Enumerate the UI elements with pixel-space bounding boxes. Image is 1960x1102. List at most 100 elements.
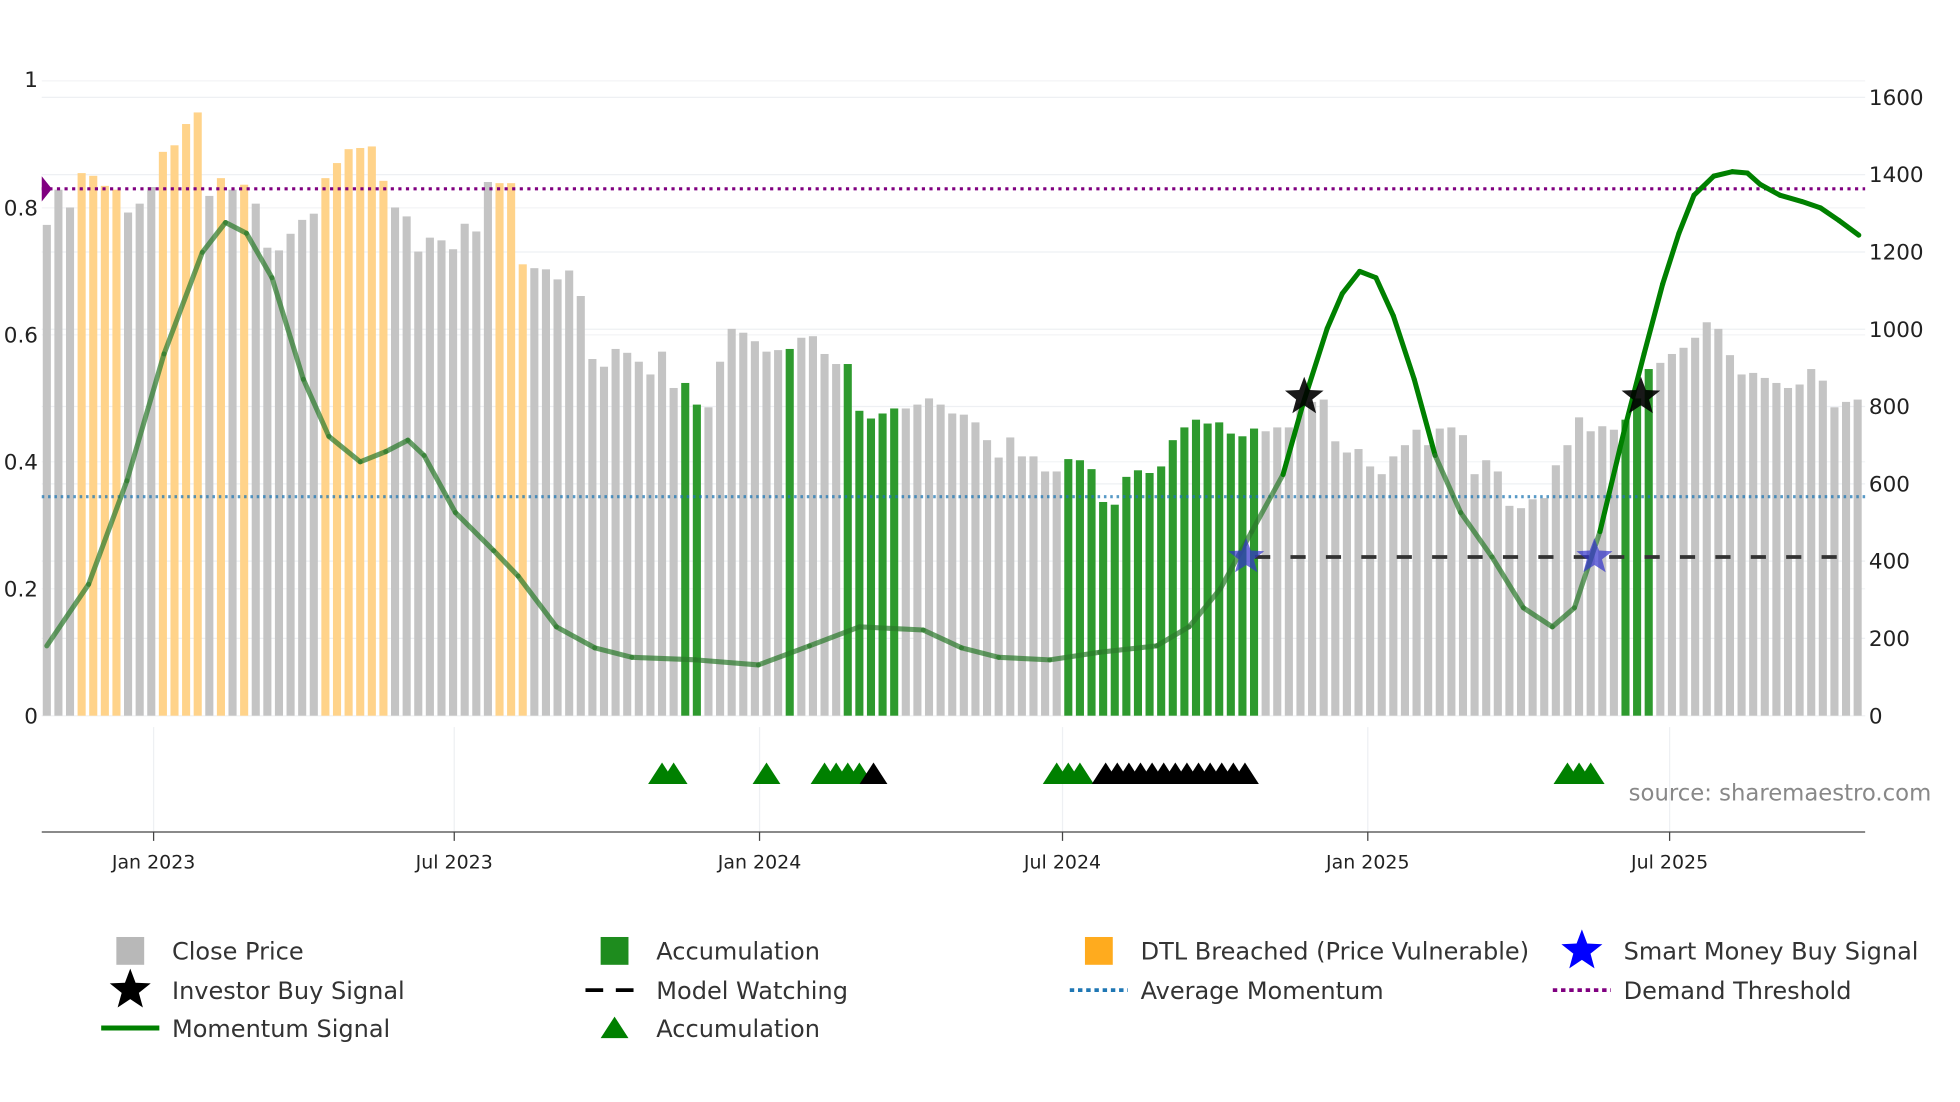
right-axis-tick: 1000 (1869, 318, 1924, 343)
close-price-bar (565, 270, 574, 716)
close-price-bar (483, 181, 492, 716)
legend: Close Price Accumulation DTL Breached (Pri… (101, 929, 1918, 1043)
close-price-bar (704, 407, 713, 716)
close-price-bar (460, 223, 469, 716)
close-price-bar (1006, 437, 1015, 716)
close-price-bar (263, 247, 272, 716)
close-price-bar (739, 332, 748, 716)
legend-label: Average Momentum (1141, 977, 1384, 1005)
right-axis-tick: 200 (1869, 627, 1910, 652)
close-price-bar (391, 207, 400, 716)
source-label: source: sharemaestro.com (1629, 780, 1932, 806)
left-axis-tick: 0.4 (4, 450, 38, 475)
x-axis-tick: Jul 2025 (1630, 852, 1708, 874)
close-price-bar (1273, 427, 1282, 716)
left-axis-tick: 0.8 (4, 196, 38, 221)
dtl-breached-bar (100, 185, 109, 716)
close-price-bar (1412, 429, 1421, 716)
close-price-bar (959, 414, 968, 716)
legend-label: Accumulation (656, 938, 820, 966)
dtl-breached-bar (89, 175, 98, 716)
dtl-breached-bar (240, 184, 249, 716)
momentum-signal-segment (856, 624, 926, 633)
close-price-bar (936, 404, 945, 716)
legend-label: Demand Threshold (1624, 977, 1852, 1005)
demand-threshold-marker (41, 176, 52, 202)
close-price-bar (530, 268, 539, 716)
close-price-bar (309, 213, 318, 716)
dtl-breached-bar (182, 124, 191, 716)
close-price-bar (1366, 466, 1375, 716)
momentum-signal-segment (1817, 205, 1842, 224)
close-price-bar (1470, 474, 1479, 716)
momentum-signal-segment (1390, 313, 1417, 382)
left-axis-tick: 0 (24, 704, 38, 729)
accumulation-bar (878, 413, 887, 716)
close-price-bar (1563, 445, 1572, 716)
momentum-signal-segment (1757, 181, 1783, 198)
accumulation-bar (1191, 419, 1201, 716)
close-price-bar (924, 398, 934, 716)
close-price-bar (646, 374, 655, 716)
momentum-signal-segment (629, 654, 699, 663)
close-price-bar (832, 364, 841, 716)
momentum-signal-segment (1660, 230, 1682, 287)
accumulation-bar (681, 382, 690, 716)
close-price-bar (1261, 431, 1270, 716)
close-price-bar (1679, 347, 1688, 716)
legend-label: Accumulation (656, 1015, 820, 1043)
left-axis-tick: 0.2 (4, 577, 38, 602)
x-axis-tick: Jul 2023 (415, 852, 493, 874)
accumulation-bar (1633, 398, 1642, 716)
accumulation-bar (843, 364, 852, 716)
accumulation-bar (1087, 469, 1096, 716)
dtl-breached-bar (344, 149, 353, 716)
legend-label: Investor Buy Signal (172, 977, 405, 1005)
close-price-bar (588, 358, 597, 716)
close-price-bar (1818, 380, 1827, 716)
close-price-bar (1725, 355, 1735, 716)
legend-label: Close Price (172, 938, 304, 966)
legend-swatch-icon (116, 936, 145, 965)
close-price-bar (298, 219, 307, 716)
close-price-bar (1540, 498, 1549, 716)
dtl-breached-bar (495, 183, 504, 716)
close-price-bar (1702, 322, 1711, 716)
close-price-bar (1807, 369, 1816, 716)
close-price-bar (1296, 403, 1305, 716)
legend-star-icon (109, 968, 151, 1008)
accumulation-bar (1099, 501, 1108, 716)
close-price-bar (1424, 445, 1433, 716)
right-axis-tick: 800 (1869, 395, 1910, 420)
close-price-bar (808, 336, 817, 716)
close-price-bar (623, 352, 632, 716)
right-axis-tick: 1400 (1869, 163, 1924, 188)
accumulation-bar (1122, 476, 1131, 716)
close-price-bar (1342, 452, 1351, 716)
accumulation-bar (855, 410, 864, 716)
dtl-breached-bar (321, 178, 330, 716)
legend-label: Model Watching (656, 977, 848, 1005)
legend-triangle-icon (600, 1016, 629, 1039)
accumulation-bar (1168, 440, 1177, 716)
momentum-signal-segment (1836, 218, 1862, 238)
accumulation-bar (785, 348, 794, 716)
accumulation-bar (890, 408, 899, 716)
dtl-breached-bar (216, 178, 225, 716)
x-axis-tick: Jan 2024 (717, 852, 801, 874)
close-price-bar (1737, 374, 1746, 716)
dtl-breached-bar (158, 151, 167, 716)
close-price-bar (1783, 387, 1793, 716)
close-price-bar (1760, 377, 1769, 716)
legend-swatch-icon (1084, 936, 1113, 965)
close-price-bar (147, 187, 156, 716)
momentum-chart: 0 0.2 0.4 0.6 0.8 1 0 200 400 600 800 1000 1200 1400 1… (4, 68, 1932, 1043)
close-price-bar (425, 237, 434, 716)
close-price-bar (1830, 407, 1839, 716)
close-price-bar (971, 422, 980, 716)
close-price-bar (1516, 508, 1526, 716)
close-price-bar (1842, 401, 1851, 716)
close-price-bar (286, 233, 295, 716)
momentum-signal-segment (1691, 173, 1717, 198)
momentum-signal-segment (1339, 268, 1363, 297)
